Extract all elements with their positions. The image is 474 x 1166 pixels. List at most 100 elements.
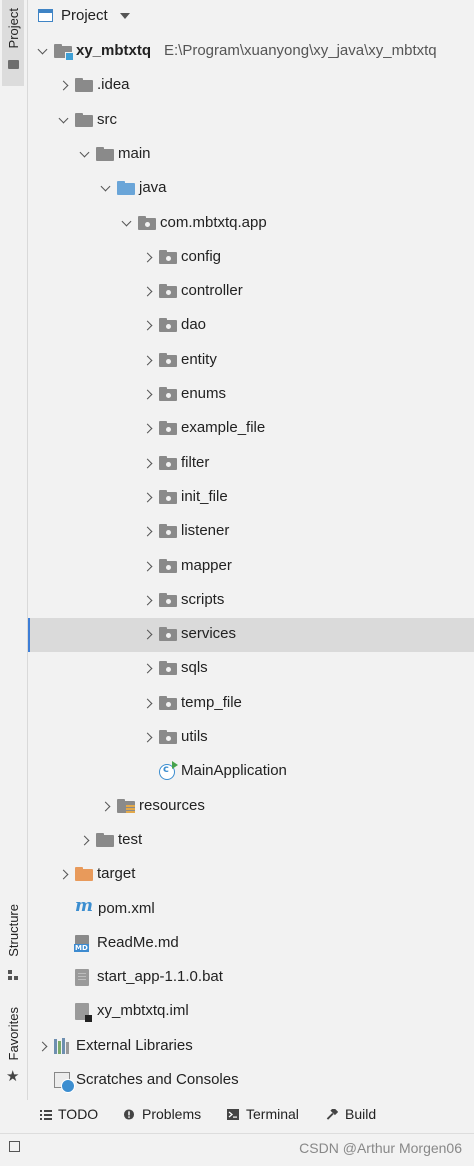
tree-row[interactable]: services xyxy=(28,618,474,653)
tree-row[interactable]: mapper xyxy=(28,550,474,584)
favorites-tool-tab[interactable]: Favorites ★ xyxy=(2,1005,24,1090)
tree-row[interactable]: MD ReadMe.md xyxy=(28,927,474,961)
chevron-right-icon[interactable] xyxy=(57,868,71,882)
structure-tool-tab[interactable]: Structure xyxy=(2,900,24,990)
chevron-down-icon[interactable] xyxy=(57,114,71,128)
package-icon xyxy=(159,283,177,299)
chevron-right-icon[interactable] xyxy=(141,457,155,471)
tree-item-label: scripts xyxy=(181,590,225,608)
chevron-right-icon[interactable] xyxy=(141,422,155,436)
tree-item-label: config xyxy=(181,247,222,265)
package-icon xyxy=(159,455,177,471)
tree-row[interactable]: example_file xyxy=(28,412,474,446)
chevron-right-icon[interactable] xyxy=(141,251,155,265)
module-path: E:\Program\xuanyong\xy_java\xy_mbtxtq xyxy=(164,42,437,59)
folder-icon xyxy=(96,832,114,848)
package-icon xyxy=(159,592,177,608)
tree-item-label: MainApplication xyxy=(181,762,287,780)
build-tab[interactable]: Build xyxy=(345,1106,376,1122)
tree-row[interactable]: xy_mbtxtq E:\Program\xuanyong\xy_java\xy_… xyxy=(28,35,474,69)
structure-tool-tab-label: Structure xyxy=(6,904,21,957)
tree-item-label: target xyxy=(97,865,136,883)
tree-row[interactable]: test xyxy=(28,824,474,858)
chevron-right-icon[interactable] xyxy=(141,697,155,711)
tree-row[interactable]: main xyxy=(28,138,474,172)
tree-item-label: resources xyxy=(139,796,205,814)
tree-row[interactable]: filter xyxy=(28,447,474,481)
tree-row[interactable]: scripts xyxy=(28,584,474,618)
chevron-right-icon[interactable] xyxy=(141,354,155,368)
tree-row[interactable]: resources xyxy=(28,790,474,824)
tree-row[interactable]: listener xyxy=(28,515,474,549)
tree-row[interactable]: Scratches and Consoles xyxy=(28,1064,474,1098)
chevron-right-icon[interactable] xyxy=(36,1040,50,1054)
tree-row[interactable]: c MainApplication xyxy=(28,755,474,789)
chevron-right-icon[interactable] xyxy=(141,388,155,402)
tree-row[interactable]: start_app-1.1.0.bat xyxy=(28,961,474,995)
tree-row[interactable]: .idea xyxy=(28,69,474,103)
tree-row[interactable]: xy_mbtxtq.iml xyxy=(28,995,474,1029)
chevron-right-icon[interactable] xyxy=(141,285,155,299)
tree-row[interactable]: config xyxy=(28,241,474,275)
package-icon xyxy=(159,523,177,539)
chevron-down-icon[interactable] xyxy=(99,182,113,196)
tree-row[interactable]: sqls xyxy=(28,652,474,686)
chevron-right-icon[interactable] xyxy=(78,834,92,848)
tree-item-label: xy_mbtxtq xyxy=(76,42,152,59)
tree-item-label: mapper xyxy=(181,556,232,574)
terminal-icon xyxy=(227,1109,239,1120)
todo-tab[interactable]: TODO xyxy=(58,1106,98,1122)
package-icon xyxy=(159,660,177,676)
tree-item-label: Scratches and Consoles xyxy=(76,1071,239,1088)
tree-row[interactable]: com.mbtxtq.app xyxy=(28,207,474,241)
tree-row[interactable]: utils xyxy=(28,721,474,755)
package-icon xyxy=(159,420,177,436)
chevron-right-icon[interactable] xyxy=(141,731,155,745)
todo-icon xyxy=(40,1110,52,1120)
tree-row[interactable]: enums xyxy=(28,378,474,412)
scratches-icon xyxy=(54,1072,75,1093)
chevron-right-icon[interactable] xyxy=(141,594,155,608)
tree-row[interactable]: temp_file xyxy=(28,687,474,721)
package-icon xyxy=(159,626,177,642)
chevron-right-icon[interactable] xyxy=(141,560,155,574)
chevron-down-icon[interactable] xyxy=(78,148,92,162)
terminal-tab[interactable]: Terminal xyxy=(246,1106,299,1122)
tree-row[interactable]: m pom.xml xyxy=(28,893,474,927)
chevron-right-icon[interactable] xyxy=(141,525,155,539)
chevron-right-icon[interactable] xyxy=(141,662,155,676)
tree-row[interactable]: target xyxy=(28,858,474,892)
build-icon xyxy=(326,1109,338,1120)
tree-row[interactable]: dao xyxy=(28,309,474,343)
libraries-icon xyxy=(54,1037,72,1054)
project-tool-tab[interactable]: Project xyxy=(2,0,24,86)
tree-row[interactable]: src xyxy=(28,104,474,138)
tree-item-label: enums xyxy=(181,385,227,402)
folder-icon xyxy=(96,146,114,162)
chevron-down-icon[interactable] xyxy=(36,45,50,59)
project-view-selector[interactable]: Project xyxy=(61,7,108,24)
tree-row[interactable]: entity xyxy=(28,344,474,378)
tree-item-label: example_file xyxy=(181,419,266,437)
tree-row[interactable]: controller xyxy=(28,275,474,309)
chevron-down-icon[interactable] xyxy=(120,217,134,231)
toggle-tool-windows-icon[interactable] xyxy=(9,1141,20,1152)
chevron-right-icon[interactable] xyxy=(57,79,71,93)
chevron-right-icon[interactable] xyxy=(141,319,155,333)
tree-row[interactable]: External Libraries xyxy=(28,1030,474,1064)
chevron-right-icon[interactable] xyxy=(141,628,155,642)
chevron-right-icon[interactable] xyxy=(99,800,113,814)
markdown-file-icon: MD xyxy=(74,934,89,952)
tree-item-label: filter xyxy=(181,453,210,471)
tree-row[interactable]: init_file xyxy=(28,481,474,515)
structure-icon xyxy=(8,970,18,980)
problems-tab[interactable]: Problems xyxy=(142,1106,201,1122)
bottom-tool-bar: TODO Problems Terminal Build xyxy=(28,1100,474,1130)
project-tool-tab-label: Project xyxy=(6,8,21,49)
tree-item-label: controller xyxy=(181,282,243,300)
tree-row[interactable]: java xyxy=(28,172,474,206)
tree-item-label: com.mbtxtq.app xyxy=(160,213,267,231)
chevron-right-icon[interactable] xyxy=(141,491,155,505)
project-panel-header: Project xyxy=(28,0,474,34)
chevron-down-icon[interactable] xyxy=(120,13,130,19)
